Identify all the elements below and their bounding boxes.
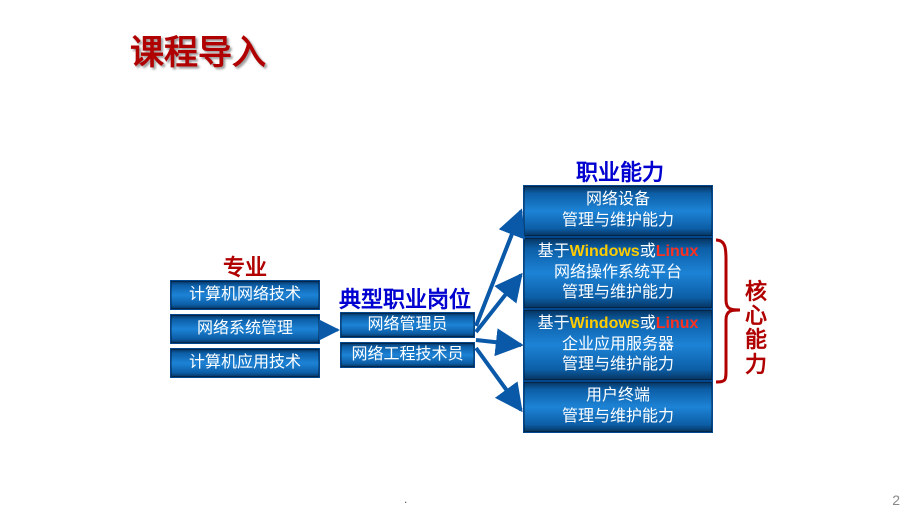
accent-mid: 或 <box>640 243 656 260</box>
specialty-box-1: 网络系统管理 <box>170 314 320 344</box>
skill-line: 网络操作系统平台 <box>554 263 682 284</box>
skill-line: 管理与维护能力 <box>562 283 674 304</box>
accent-kw1: Windows <box>570 243 640 260</box>
accent-prefix: 基于 <box>538 315 570 332</box>
skill-box-0: 网络设备 管理与维护能力 <box>523 185 713 237</box>
skills-stack: 网络设备 管理与维护能力 基于Windows或Linux 网络操作系统平台 管理… <box>523 185 713 433</box>
skill-line: 用户终端 <box>586 386 650 407</box>
connectors-svg <box>0 0 920 518</box>
specialty-label: 计算机网络技术 <box>189 285 301 306</box>
skill-line: 管理与维护能力 <box>562 211 674 232</box>
skill-accent: 基于Windows或Linux <box>538 314 699 335</box>
specialty-label: 计算机应用技术 <box>189 353 301 374</box>
skill-box-1: 基于Windows或Linux 网络操作系统平台 管理与维护能力 <box>523 237 713 309</box>
job-box-1: 网络工程技术员 <box>340 342 475 368</box>
accent-prefix: 基于 <box>538 243 570 260</box>
accent-kw2: Linux <box>656 315 699 332</box>
col-title-specialty: 专业 <box>200 250 290 282</box>
skill-line: 管理与维护能力 <box>562 355 674 376</box>
col-title-skills: 职业能力 <box>570 155 670 187</box>
col-title-jobs: 典型职业岗位 <box>335 282 475 314</box>
skill-accent: 基于Windows或Linux <box>538 242 699 263</box>
job-label: 网络管理员 <box>367 315 447 336</box>
brace-icon <box>716 240 740 382</box>
job-label: 网络工程技术员 <box>351 345 463 366</box>
specialty-box-0: 计算机网络技术 <box>170 280 320 310</box>
skill-line: 企业应用服务器 <box>562 335 674 356</box>
specialty-box-2: 计算机应用技术 <box>170 348 320 378</box>
skill-line: 网络设备 <box>586 190 650 211</box>
accent-mid: 或 <box>640 315 656 332</box>
skill-box-3: 用户终端 管理与维护能力 <box>523 381 713 433</box>
accent-kw1: Windows <box>570 315 640 332</box>
side-label-core: 核心能力 <box>745 280 767 377</box>
page-number: 2 <box>892 492 900 508</box>
footer-mark: . <box>404 492 407 506</box>
skill-line: 管理与维护能力 <box>562 407 674 428</box>
side-label-text: 核心能力 <box>745 279 767 377</box>
specialty-label: 网络系统管理 <box>197 319 293 340</box>
skill-box-2: 基于Windows或Linux 企业应用服务器 管理与维护能力 <box>523 309 713 381</box>
job-box-0: 网络管理员 <box>340 312 475 338</box>
accent-kw2: Linux <box>656 243 699 260</box>
slide-title: 课程导入 <box>130 25 266 74</box>
